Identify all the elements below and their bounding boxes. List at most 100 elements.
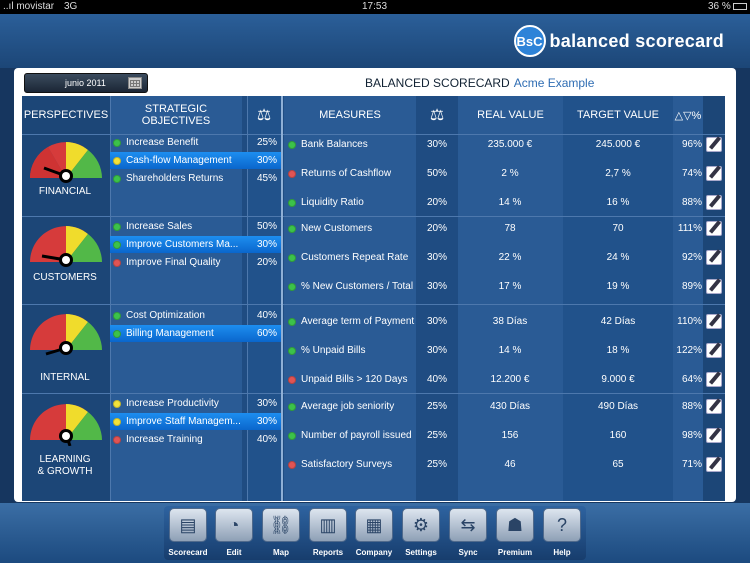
measure-row[interactable]: Liquidity Ratio 20% 14 % 16 % 88% xyxy=(22,188,725,217)
measure-weight: 30% xyxy=(426,316,447,327)
edit-icon[interactable] xyxy=(706,314,722,329)
measure-name: Average job seniority xyxy=(284,392,416,421)
date-picker-button[interactable]: junio 2011 xyxy=(24,73,148,93)
measure-row[interactable]: Customers Repeat Rate 30% 22 % 24 % 92% xyxy=(22,243,725,272)
edit-icon[interactable] xyxy=(706,372,722,387)
measure-percent: 111% xyxy=(677,223,702,234)
measure-real-value: 430 Días xyxy=(489,401,531,412)
measure-row[interactable]: Bank Balances 30% 235.000 € 245.000 € 96% xyxy=(22,130,725,159)
gauge-icon[interactable]: ◔ xyxy=(215,508,253,542)
scorecard-table: PERSPECTIVES STRATEGIC OBJECTIVES ⚖ MEAS… xyxy=(22,96,725,501)
measure-label: Average job seniority xyxy=(301,400,395,412)
measure-row[interactable]: Satisfactory Surveys 25% 46 65 71% xyxy=(22,450,725,479)
edit-icon[interactable] xyxy=(706,343,722,358)
sync-icon[interactable]: ⇆ xyxy=(449,508,487,542)
clock: 17:53 xyxy=(362,1,388,12)
measure-real-value: 156 xyxy=(501,430,519,441)
status-green-icon xyxy=(288,140,296,149)
toolbar-button-map[interactable]: ⛓ Map xyxy=(262,508,300,557)
edit-icon[interactable] xyxy=(706,166,722,181)
edit-icon[interactable] xyxy=(706,221,722,236)
edit-icon[interactable] xyxy=(706,137,722,152)
measure-row[interactable]: Unpaid Bills > 120 Days 40% 12.200 € 9.000 … xyxy=(22,365,725,394)
status-green-icon xyxy=(288,282,296,291)
edit-measure-button[interactable] xyxy=(705,130,723,159)
gear-icon[interactable]: ⚙ xyxy=(402,508,440,542)
measure-weight: 30% xyxy=(426,345,447,356)
edit-measure-button[interactable] xyxy=(705,243,723,272)
measure-weight: 50% xyxy=(426,168,447,179)
measure-row[interactable]: Average job seniority 25% 430 Días 490 Días… xyxy=(22,392,725,421)
measure-target-value: 24 % xyxy=(606,252,630,263)
toolbar-button-reports[interactable]: ▥ Reports xyxy=(309,508,347,557)
edit-icon[interactable] xyxy=(706,250,722,265)
status-red-icon xyxy=(288,460,296,469)
toolbar-button-help[interactable]: ? Help xyxy=(543,508,581,557)
measure-weight: 30% xyxy=(426,139,447,150)
measure-percent: 74% xyxy=(681,168,702,179)
edit-measure-button[interactable] xyxy=(705,307,723,336)
status-red-icon xyxy=(288,169,296,178)
measure-row[interactable]: % New Customers / Total 30% 17 % 19 % 89% xyxy=(22,272,725,301)
toolbar-button-scorecard[interactable]: ▤ Scorecard xyxy=(168,508,208,557)
measure-row[interactable]: Returns of Cashflow 50% 2 % 2,7 % 74% xyxy=(22,159,725,188)
bar-chart-icon[interactable]: ▥ xyxy=(309,508,347,542)
measure-name: Bank Balances xyxy=(284,130,416,159)
scorecard-icon[interactable]: ▤ xyxy=(169,508,207,542)
measure-weight-scale-icon: ⚖ xyxy=(429,107,445,124)
edit-measure-button[interactable] xyxy=(705,392,723,421)
calendar-icon[interactable] xyxy=(128,77,142,89)
edit-measure-button[interactable] xyxy=(705,272,723,301)
edit-measure-button[interactable] xyxy=(705,421,723,450)
toolbar-button-settings[interactable]: ⚙ Settings xyxy=(402,508,440,557)
building-icon[interactable]: ▦ xyxy=(355,508,393,542)
edit-measure-button[interactable] xyxy=(705,365,723,394)
map-icon[interactable]: ⛓ xyxy=(262,508,300,542)
measure-row[interactable]: % Unpaid Bills 30% 14 % 18 % 122% xyxy=(22,336,725,365)
measure-label: Returns of Cashflow xyxy=(301,167,392,179)
header-delta: △▽% xyxy=(674,109,702,122)
measure-target-value: 42 Días xyxy=(600,316,636,327)
help-icon[interactable]: ? xyxy=(543,508,581,542)
measure-row[interactable]: Number of payroll issued 25% 156 160 98% xyxy=(22,421,725,450)
network-label: 3G xyxy=(64,1,78,12)
measure-real-value: 14 % xyxy=(498,345,522,356)
edit-measure-button[interactable] xyxy=(705,188,723,217)
edit-icon[interactable] xyxy=(706,279,722,294)
measure-name: Satisfactory Surveys xyxy=(284,450,416,479)
edit-icon[interactable] xyxy=(706,428,722,443)
app-logo: BsC balanced scorecard xyxy=(513,24,724,58)
edit-icon[interactable] xyxy=(706,399,722,414)
measure-label: Liquidity Ratio xyxy=(301,196,364,208)
toolbar-button-edit[interactable]: ◔ Edit xyxy=(215,508,253,557)
toolbar-button-premium[interactable]: ☗ Premium xyxy=(496,508,534,557)
measure-name: Customers Repeat Rate xyxy=(284,243,416,272)
edit-measure-button[interactable] xyxy=(705,450,723,479)
measure-real-value: 14 % xyxy=(498,197,522,208)
edit-icon[interactable] xyxy=(706,457,722,472)
battery-label: 36 % xyxy=(708,1,731,12)
measure-real-value: 2 % xyxy=(501,168,519,179)
edit-icon[interactable] xyxy=(706,195,722,210)
measure-weight: 25% xyxy=(426,430,447,441)
measure-row[interactable]: Average term of Payment 30% 38 Días 42 Días… xyxy=(22,307,725,336)
measure-percent: 88% xyxy=(681,197,702,208)
measure-percent: 98% xyxy=(681,430,702,441)
edit-measure-button[interactable] xyxy=(705,336,723,365)
measure-row[interactable]: New Customers 20% 78 70 111% xyxy=(22,214,725,243)
measure-label: Number of payroll issued xyxy=(301,429,412,441)
measure-target-value: 490 Días xyxy=(597,401,639,412)
measure-percent: 110% xyxy=(677,316,702,327)
edit-measure-button[interactable] xyxy=(705,214,723,243)
user-icon[interactable]: ☗ xyxy=(496,508,534,542)
measure-percent: 122% xyxy=(676,345,702,356)
measure-weight: 30% xyxy=(426,252,447,263)
measure-name: Returns of Cashflow xyxy=(284,159,416,188)
measure-target-value: 9.000 € xyxy=(601,374,635,385)
measure-target-value: 2,7 % xyxy=(605,168,631,179)
measure-percent: 64% xyxy=(681,374,702,385)
toolbar-button-company[interactable]: ▦ Company xyxy=(355,508,393,557)
toolbar-button-sync[interactable]: ⇆ Sync xyxy=(449,508,487,557)
measure-name: % New Customers / Total xyxy=(284,272,416,301)
edit-measure-button[interactable] xyxy=(705,159,723,188)
